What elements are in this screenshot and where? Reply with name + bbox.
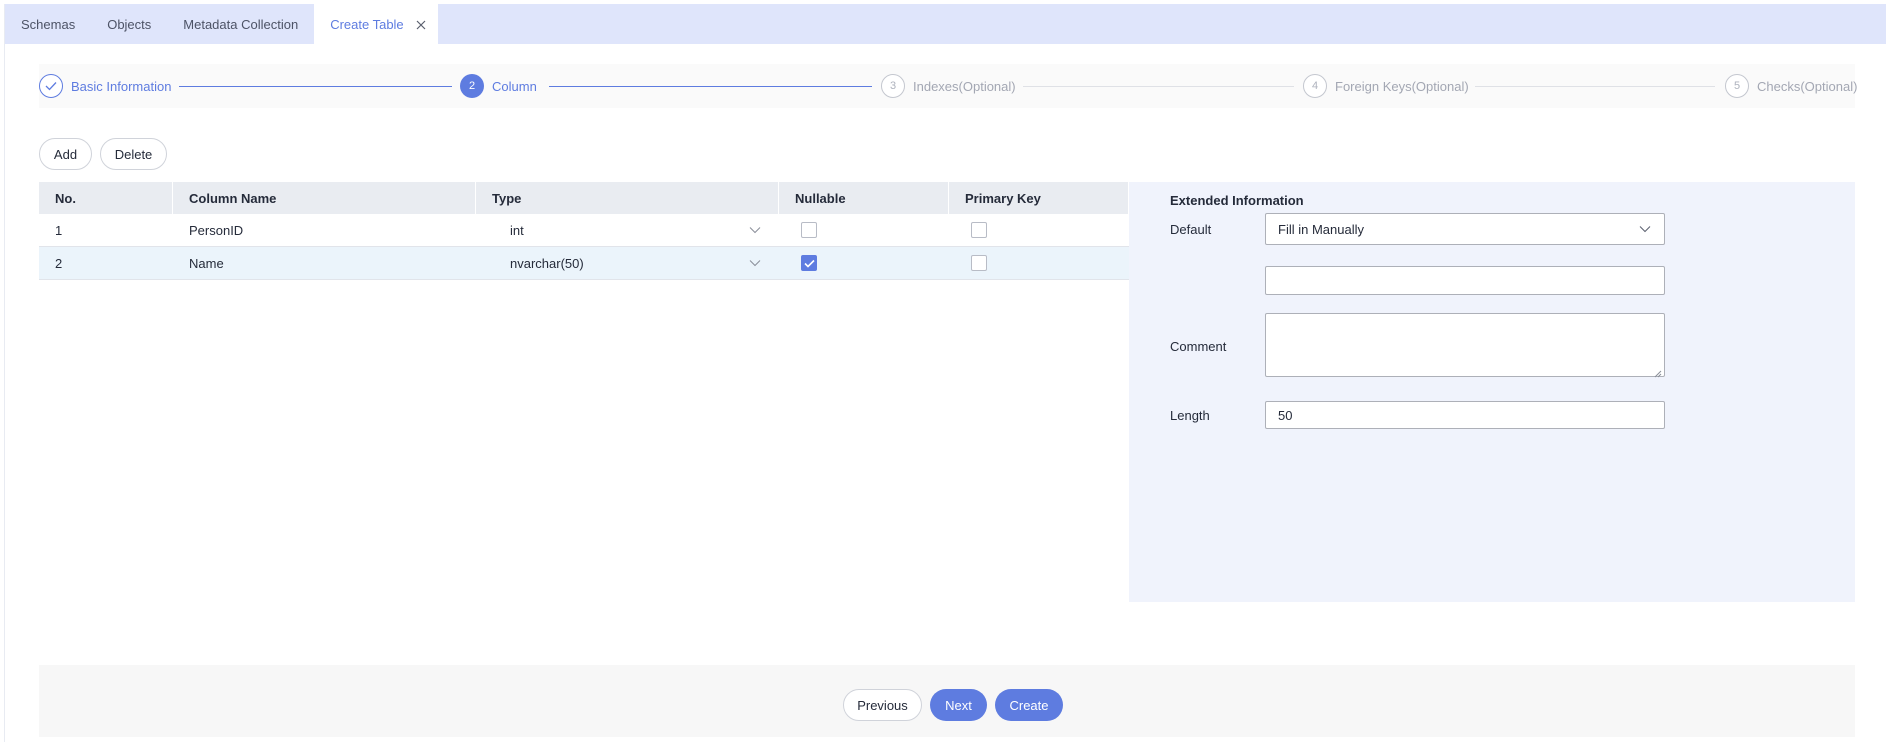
comment-label: Comment bbox=[1170, 339, 1227, 354]
nullable-cell bbox=[779, 214, 949, 246]
tab-label: Create Table bbox=[330, 16, 404, 32]
panel-title: Extended Information bbox=[1170, 193, 1304, 208]
step-checks[interactable]: 5 Checks(Optional) bbox=[1725, 64, 1857, 108]
type-select[interactable]: int bbox=[492, 223, 762, 238]
nullable-cell bbox=[779, 247, 949, 279]
step-connector bbox=[179, 86, 452, 87]
default-mode-select[interactable]: Fill in Manually bbox=[1265, 213, 1665, 245]
tab-bar: Schemas Objects Metadata Collection Crea… bbox=[5, 4, 1886, 44]
length-label: Length bbox=[1170, 408, 1210, 423]
nullable-checkbox[interactable] bbox=[801, 222, 817, 238]
step-basic-information[interactable]: Basic Information bbox=[39, 64, 171, 108]
row-number: 1 bbox=[55, 222, 63, 238]
table-row[interactable]: 1 PersonID int bbox=[39, 214, 1129, 247]
close-icon[interactable] bbox=[412, 16, 430, 34]
chevron-down-icon bbox=[1638, 222, 1652, 236]
step-number: 5 bbox=[1725, 74, 1749, 98]
type-select[interactable]: nvarchar(50) bbox=[492, 256, 762, 271]
wizard-stepper: Basic Information 2 Column 3 Indexes(Opt… bbox=[39, 64, 1857, 108]
step-connector bbox=[1475, 86, 1715, 87]
step-foreign-keys[interactable]: 4 Foreign Keys(Optional) bbox=[1303, 64, 1469, 108]
header-nullable: Nullable bbox=[779, 182, 949, 214]
step-label: Indexes(Optional) bbox=[913, 78, 1016, 94]
add-button[interactable]: Add bbox=[39, 138, 92, 170]
header-primary-key: Primary Key bbox=[949, 182, 1129, 214]
step-number: 4 bbox=[1303, 74, 1327, 98]
create-button[interactable]: Create bbox=[995, 689, 1063, 721]
default-value-input[interactable] bbox=[1265, 266, 1665, 295]
type-value: int bbox=[510, 222, 524, 238]
default-label: Default bbox=[1170, 222, 1212, 237]
primary-key-checkbox[interactable] bbox=[971, 222, 987, 238]
tab-label: Objects bbox=[107, 16, 152, 32]
step-number: 2 bbox=[460, 74, 484, 98]
type-cell: nvarchar(50) bbox=[476, 247, 779, 279]
delete-button[interactable]: Delete bbox=[100, 138, 167, 170]
primary-key-cell bbox=[949, 247, 1129, 279]
table-header: No. Column Name Type Nullable Primary Ke… bbox=[39, 182, 1129, 214]
create-table-page: Schemas Objects Metadata Collection Crea… bbox=[4, 4, 1886, 742]
step-label: Checks(Optional) bbox=[1757, 78, 1858, 94]
primary-key-cell bbox=[949, 214, 1129, 246]
extended-information-panel: Extended Information Default Fill in Man… bbox=[1129, 182, 1855, 602]
tab-objects[interactable]: Objects bbox=[91, 4, 167, 44]
nullable-checkbox[interactable] bbox=[801, 255, 817, 271]
column-name-cell[interactable]: Name bbox=[173, 247, 476, 279]
step-connector bbox=[1023, 86, 1294, 87]
type-cell: int bbox=[476, 214, 779, 246]
tab-label: Metadata Collection bbox=[183, 16, 299, 32]
tab-metadata-collection[interactable]: Metadata Collection bbox=[167, 4, 314, 44]
chevron-down-icon bbox=[748, 256, 762, 270]
default-mode-value: Fill in Manually bbox=[1278, 221, 1364, 237]
resize-handle-icon[interactable] bbox=[1654, 366, 1662, 378]
column-name-cell[interactable]: PersonID bbox=[173, 214, 476, 246]
header-no: No. bbox=[39, 182, 173, 214]
check-icon bbox=[39, 74, 63, 98]
tab-label: Schemas bbox=[21, 16, 76, 32]
table-row[interactable]: 2 Name nvarchar(50) bbox=[39, 247, 1129, 280]
next-button[interactable]: Next bbox=[930, 689, 987, 721]
step-connector bbox=[549, 86, 872, 87]
tab-schemas[interactable]: Schemas bbox=[5, 4, 91, 44]
previous-button[interactable]: Previous bbox=[843, 689, 922, 721]
step-column[interactable]: 2 Column bbox=[460, 64, 537, 108]
chevron-down-icon bbox=[748, 223, 762, 237]
step-label: Column bbox=[492, 78, 537, 94]
step-indexes[interactable]: 3 Indexes(Optional) bbox=[881, 64, 1016, 108]
header-column-name: Column Name bbox=[173, 182, 476, 214]
primary-key-checkbox[interactable] bbox=[971, 255, 987, 271]
step-label: Basic Information bbox=[71, 78, 172, 94]
row-number: 2 bbox=[55, 255, 63, 271]
length-input[interactable]: 50 bbox=[1265, 401, 1665, 429]
column-table: No. Column Name Type Nullable Primary Ke… bbox=[39, 182, 1129, 280]
header-type: Type bbox=[476, 182, 779, 214]
step-label: Foreign Keys(Optional) bbox=[1335, 78, 1469, 94]
type-value: nvarchar(50) bbox=[510, 255, 584, 271]
tab-create-table[interactable]: Create Table bbox=[314, 4, 438, 44]
wizard-footer: Previous Next Create bbox=[39, 665, 1855, 737]
step-number: 3 bbox=[881, 74, 905, 98]
comment-textarea[interactable] bbox=[1265, 313, 1665, 378]
